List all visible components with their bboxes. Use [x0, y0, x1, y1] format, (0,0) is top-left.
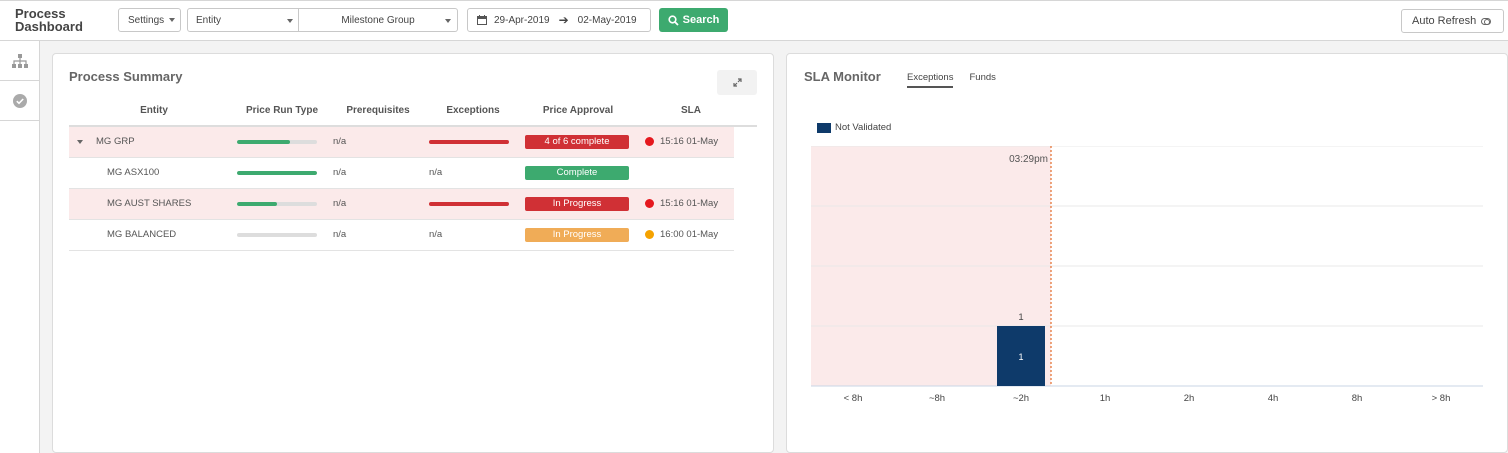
sla-status-dot [645, 137, 654, 146]
search-icon [668, 14, 679, 26]
sidebar-item-validation[interactable] [0, 81, 39, 121]
expand-icon [732, 78, 742, 87]
price-run-progress [237, 171, 317, 175]
column-header: Price Approval [542, 105, 614, 116]
chart-legend: Not Validated [817, 122, 891, 133]
table-row[interactable]: MG AUST SHARES n/a In Progress 15:16 01-May [69, 189, 734, 220]
app-title: Process Dashboard [15, 6, 83, 34]
exceptions-value: n/a [429, 167, 443, 178]
sla-time: 15:16 01-May [660, 198, 719, 209]
expand-caret-icon[interactable] [77, 140, 83, 144]
column-header: Prerequisites [346, 105, 410, 116]
tab-exceptions[interactable]: Exceptions [907, 72, 954, 88]
x-tick-label: 1h [1100, 393, 1111, 404]
chevron-down-icon [169, 18, 176, 22]
legend-label: Not Validated [835, 122, 892, 133]
price-approval-badge: In Progress [525, 197, 629, 211]
prerequisites-value: n/a [333, 167, 347, 178]
toggle-icon [1481, 17, 1492, 25]
price-run-progress [237, 233, 317, 237]
entity-name: MG BALANCED [107, 229, 177, 240]
prerequisites-value: n/a [333, 198, 347, 209]
entity-name: MG ASX100 [107, 167, 160, 178]
sla-status-dot [645, 199, 654, 208]
date-from: 29-Apr-2019 [494, 14, 550, 26]
tab-funds[interactable]: Funds [969, 72, 995, 88]
sla-time: 16:00 01-May [660, 229, 719, 240]
entity-name: MG GRP [96, 136, 135, 147]
data-label: 1 [1018, 312, 1023, 323]
panel-title: SLA Monitor [804, 69, 881, 84]
chevron-down-icon [287, 19, 293, 23]
arrow-right-icon: ➔ [558, 13, 569, 27]
exceptions-bar [429, 202, 509, 206]
sidebar [0, 41, 40, 453]
x-tick-label: 2h [1184, 393, 1195, 404]
sla-status-dot [645, 230, 654, 239]
expand-button[interactable] [717, 70, 757, 95]
milestone-group-select[interactable]: Milestone Group [299, 8, 458, 32]
auto-refresh-toggle[interactable]: Auto Refresh [1401, 9, 1504, 33]
column-header: Exceptions [446, 105, 500, 116]
column-header: Price Run Type [245, 105, 319, 116]
x-tick-label: < 8h [844, 393, 863, 404]
sidebar-item-hierarchy[interactable] [0, 41, 39, 81]
x-tick-label: > 8h [1432, 393, 1451, 404]
hierarchy-icon [11, 53, 28, 68]
price-approval-badge: In Progress [525, 228, 629, 242]
x-tick-label: ~2h [1013, 393, 1029, 404]
price-approval-badge: Complete [525, 166, 629, 180]
top-bar: Process Dashboard Settings Entity Milest… [0, 0, 1508, 41]
price-approval-badge: 4 of 6 complete [525, 135, 629, 149]
sla-tabs: Exceptions Funds [907, 72, 1012, 88]
process-summary-panel: Process Summary Entity Price Run Type Pr… [52, 53, 774, 453]
legend-swatch [817, 122, 831, 133]
bar-value-label: 1 [1018, 352, 1023, 362]
date-range-picker[interactable]: 29-Apr-2019 ➔ 02-May-2019 [467, 8, 651, 32]
chevron-down-icon [445, 19, 451, 23]
x-tick-label: 4h [1268, 393, 1279, 404]
date-to: 02-May-2019 [577, 14, 637, 26]
calendar-icon [477, 15, 487, 25]
table-row[interactable]: MG ASX100 n/a n/a Complete [69, 158, 734, 189]
entity-select[interactable]: Entity [187, 8, 299, 32]
sla-time: 15:16 01-May [660, 136, 719, 147]
entity-name: MG AUST SHARES [107, 198, 192, 209]
check-circle-icon [12, 93, 27, 108]
column-header: Entity [140, 105, 168, 116]
prerequisites-value: n/a [333, 229, 347, 240]
now-marker-label: 03:29pm [1009, 154, 1048, 165]
panel-title: Process Summary [69, 69, 183, 84]
table-row[interactable]: MG GRP n/a 4 of 6 complete 15:16 01-May [69, 127, 734, 158]
table-row[interactable]: MG BALANCED n/a n/a In Progress 16:00 01-May [69, 220, 734, 251]
sla-monitor-panel: SLA Monitor Exceptions Funds Not Validat… [786, 53, 1508, 453]
x-tick-label: ~8h [929, 393, 945, 404]
sla-chart: 03:29pm < 8h ~8h ~2h 1 1 1h 2h 4h 8h > 8h [811, 146, 1483, 404]
price-run-progress [237, 140, 317, 144]
exceptions-bar [429, 140, 509, 144]
exceptions-value: n/a [429, 229, 443, 240]
settings-dropdown[interactable]: Settings [118, 8, 181, 32]
column-header: SLA [681, 105, 701, 116]
prerequisites-value: n/a [333, 136, 347, 147]
x-tick-label: 8h [1352, 393, 1363, 404]
search-button[interactable]: Search [659, 8, 728, 32]
price-run-progress [237, 202, 317, 206]
table-header: Entity Price Run Type Prerequisites Exce… [69, 105, 757, 127]
